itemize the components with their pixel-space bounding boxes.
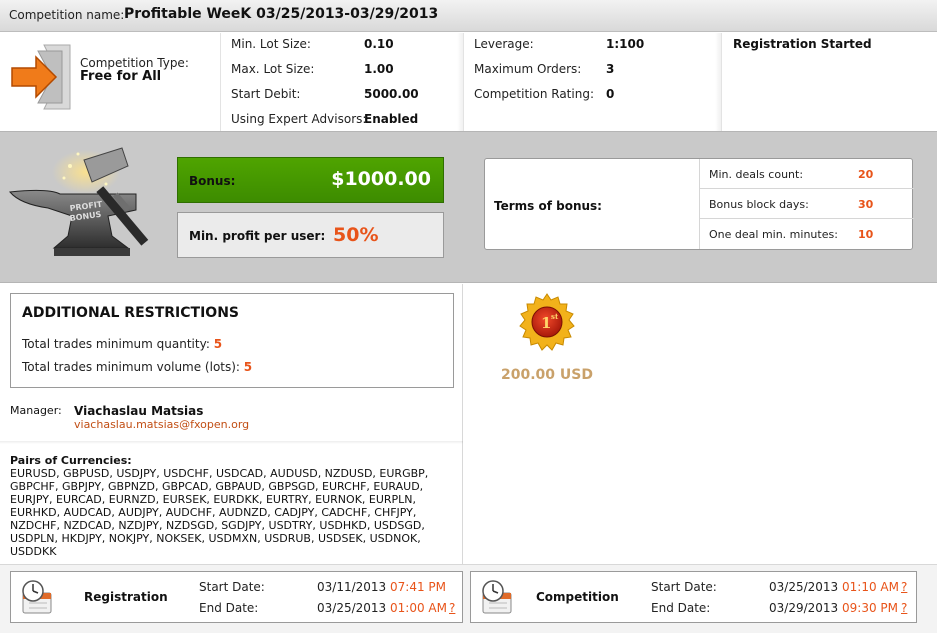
competition-name: Profitable WeeK 03/25/2013-03/29/2013 <box>124 6 439 22</box>
manager-name: Viachaslau Matsias <box>74 404 204 418</box>
leverage-value: 1:100 <box>606 37 645 51</box>
registration-dates-box: Registration Start Date: 03/11/2013 07:4… <box>10 571 463 623</box>
max-lot-value: 1.00 <box>364 62 394 76</box>
min-profit-box: Min. profit per user: 50% <box>177 212 444 258</box>
min-lot-label: Min. Lot Size: <box>231 37 311 51</box>
terms-row: Bonus block days: 30 <box>700 189 914 219</box>
competition-rating-value: 0 <box>606 87 615 101</box>
currency-pairs-list: EURUSD, GBPUSD, USDJPY, USDCHF, USDCAD, … <box>10 467 429 558</box>
term-value: 10 <box>858 228 874 241</box>
end-date: 03/25/2013 <box>317 601 387 615</box>
bonus-value: $1000.00 <box>331 168 431 190</box>
help-link[interactable]: ? <box>901 580 907 594</box>
end-time: 01:00 AM <box>390 601 447 615</box>
min-profit-label: Min. profit per user: <box>189 229 326 243</box>
terms-row: One deal min. minutes: 10 <box>700 219 914 249</box>
first-place-medal-icon: 1 st <box>519 293 575 351</box>
section-divider <box>0 441 463 444</box>
leverage-label: Leverage: <box>474 37 534 51</box>
min-lot-value: 0.10 <box>364 37 394 51</box>
dates-bar: Registration Start Date: 03/11/2013 07:4… <box>0 564 937 633</box>
currency-pairs-label: Pairs of Currencies: <box>10 454 132 467</box>
help-link[interactable]: ? <box>449 601 455 615</box>
start-debit-value: 5000.00 <box>364 87 419 101</box>
arrow-right-icon <box>11 44 71 110</box>
manager-email-link[interactable]: viachaslau.matsias@fxopen.org <box>74 418 249 431</box>
prize-place-suffix: st <box>551 312 559 321</box>
bonus-box: Bonus: $1000.00 <box>177 157 444 203</box>
expert-advisors-value: Enabled <box>364 112 419 126</box>
terms-row: Min. deals count: 20 <box>700 159 914 189</box>
params-column-1: Min. Lot Size: 0.10 Max. Lot Size: 1.00 … <box>220 33 463 131</box>
max-lot-label: Max. Lot Size: <box>231 62 315 76</box>
start-time: 07:41 PM <box>390 580 446 594</box>
terms-of-bonus-box: Terms of bonus: Min. deals count: 20 Bon… <box>484 158 914 250</box>
competition-type-box: Competition Type: Free for All <box>0 33 220 131</box>
bonus-label: Bonus: <box>189 174 236 188</box>
term-label: One deal min. minutes: <box>709 228 838 241</box>
restriction-label: Total trades minimum quantity: <box>22 337 210 351</box>
prize-amount: 200.00 USD <box>501 367 593 383</box>
competition-header: Competition name: Profitable WeeK 03/25/… <box>0 0 937 32</box>
params-column-2: Leverage: 1:100 Maximum Orders: 3 Compet… <box>463 33 721 131</box>
start-time: 01:10 AM <box>842 580 899 594</box>
end-date-label: End Date: <box>199 601 259 615</box>
status-column: Registration Started <box>721 33 937 131</box>
expert-advisors-label: Using Expert Advisors: <box>231 112 367 126</box>
registration-title: Registration <box>84 590 168 604</box>
max-orders-label: Maximum Orders: <box>474 62 582 76</box>
manager-info: Manager: Viachaslau Matsias viachaslau.m… <box>10 404 249 431</box>
start-date: 03/25/2013 <box>769 580 839 594</box>
end-time: 09:30 PM <box>842 601 898 615</box>
terms-of-bonus-label: Terms of bonus: <box>494 199 602 213</box>
start-date-label: Start Date: <box>199 580 265 594</box>
max-orders-value: 3 <box>606 62 615 76</box>
competition-rating-label: Competition Rating: <box>474 87 594 101</box>
term-label: Min. deals count: <box>709 168 804 181</box>
end-date: 03/29/2013 <box>769 601 839 615</box>
competition-info-row: Competition Type: Free for All Min. Lot … <box>0 33 937 131</box>
start-date-label: Start Date: <box>651 580 717 594</box>
registration-status: Registration Started <box>733 37 872 51</box>
term-label: Bonus block days: <box>709 198 809 211</box>
start-debit-label: Start Debit: <box>231 87 301 101</box>
help-link[interactable]: ? <box>901 601 907 615</box>
term-value: 20 <box>858 168 874 181</box>
restrictions-title: ADDITIONAL RESTRICTIONS <box>22 305 239 321</box>
term-value: 30 <box>858 198 874 211</box>
calendar-clock-icon <box>22 580 52 614</box>
currency-pairs: Pairs of Currencies: EURUSD, GBPUSD, USD… <box>10 454 458 558</box>
competition-title: Competition <box>536 590 619 604</box>
restriction-item: Total trades minimum quantity: 5 <box>22 337 222 351</box>
restriction-value: 5 <box>243 360 253 374</box>
restriction-value: 5 <box>213 337 223 351</box>
competition-type-value: Free for All <box>80 69 162 84</box>
bonus-section: PROFIT BONUS Bonus: $1000.00 Min. profit… <box>0 131 937 283</box>
competition-dates-box: Competition Start Date: 03/25/2013 01:10… <box>470 571 917 623</box>
prize-place: 1 <box>541 314 551 332</box>
manager-label: Manager: <box>10 404 62 417</box>
calendar-clock-icon <box>482 580 512 614</box>
details-pane: ADDITIONAL RESTRICTIONS Total trades min… <box>0 284 463 564</box>
terms-grid: Min. deals count: 20 Bonus block days: 3… <box>699 159 914 249</box>
restriction-label: Total trades minimum volume (lots): <box>22 360 240 374</box>
start-date: 03/11/2013 <box>317 580 387 594</box>
competition-name-label: Competition name: <box>9 8 125 22</box>
end-date-label: End Date: <box>651 601 711 615</box>
additional-restrictions-box: ADDITIONAL RESTRICTIONS Total trades min… <box>10 293 454 388</box>
anvil-hammer-icon: PROFIT BONUS <box>9 147 149 256</box>
competition-type-label: Competition Type: <box>80 56 189 70</box>
restriction-item: Total trades minimum volume (lots): 5 <box>22 360 252 374</box>
prizes-pane: 1 st 200.00 USD <box>464 284 937 564</box>
min-profit-value: 50% <box>333 224 379 246</box>
